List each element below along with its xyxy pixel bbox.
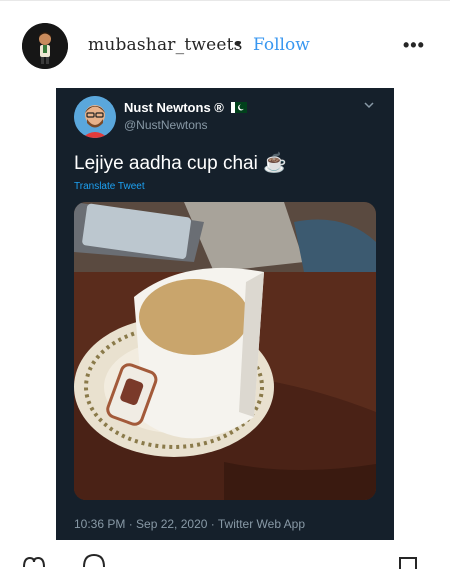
tweet-text: Lejiye aadha cup chai ☕ bbox=[74, 153, 287, 174]
post-header: mubashar_tweets • Follow ••• bbox=[0, 0, 450, 88]
tweet-card: Nust Newtons ® @NustNewtons Lejiye aadha… bbox=[56, 88, 394, 540]
profile-avatar[interactable] bbox=[22, 23, 68, 69]
heart-icon[interactable] bbox=[22, 556, 46, 574]
tweet-display-name: Nust Newtons ® bbox=[124, 100, 247, 115]
translate-tweet-link[interactable]: Translate Tweet bbox=[74, 181, 145, 192]
pakistan-flag-icon bbox=[230, 102, 247, 113]
tea-emoji-icon: ☕ bbox=[263, 153, 287, 174]
bookmark-icon[interactable] bbox=[398, 556, 418, 574]
separator-dot: • bbox=[235, 34, 241, 53]
tweet-timestamp: 10:36 PM · Sep 22, 2020 · Twitter Web Ap… bbox=[74, 517, 306, 531]
chevron-down-icon[interactable] bbox=[364, 98, 374, 112]
follow-button[interactable]: Follow bbox=[253, 35, 310, 55]
post-actions-bar bbox=[0, 540, 450, 569]
post-username[interactable]: mubashar_tweets bbox=[88, 35, 243, 55]
tweet-photo bbox=[74, 202, 376, 500]
tweet-avatar bbox=[74, 96, 116, 138]
tweet-handle: @NustNewtons bbox=[124, 118, 208, 132]
comment-icon[interactable] bbox=[82, 553, 106, 573]
more-icon[interactable]: ••• bbox=[403, 35, 425, 56]
